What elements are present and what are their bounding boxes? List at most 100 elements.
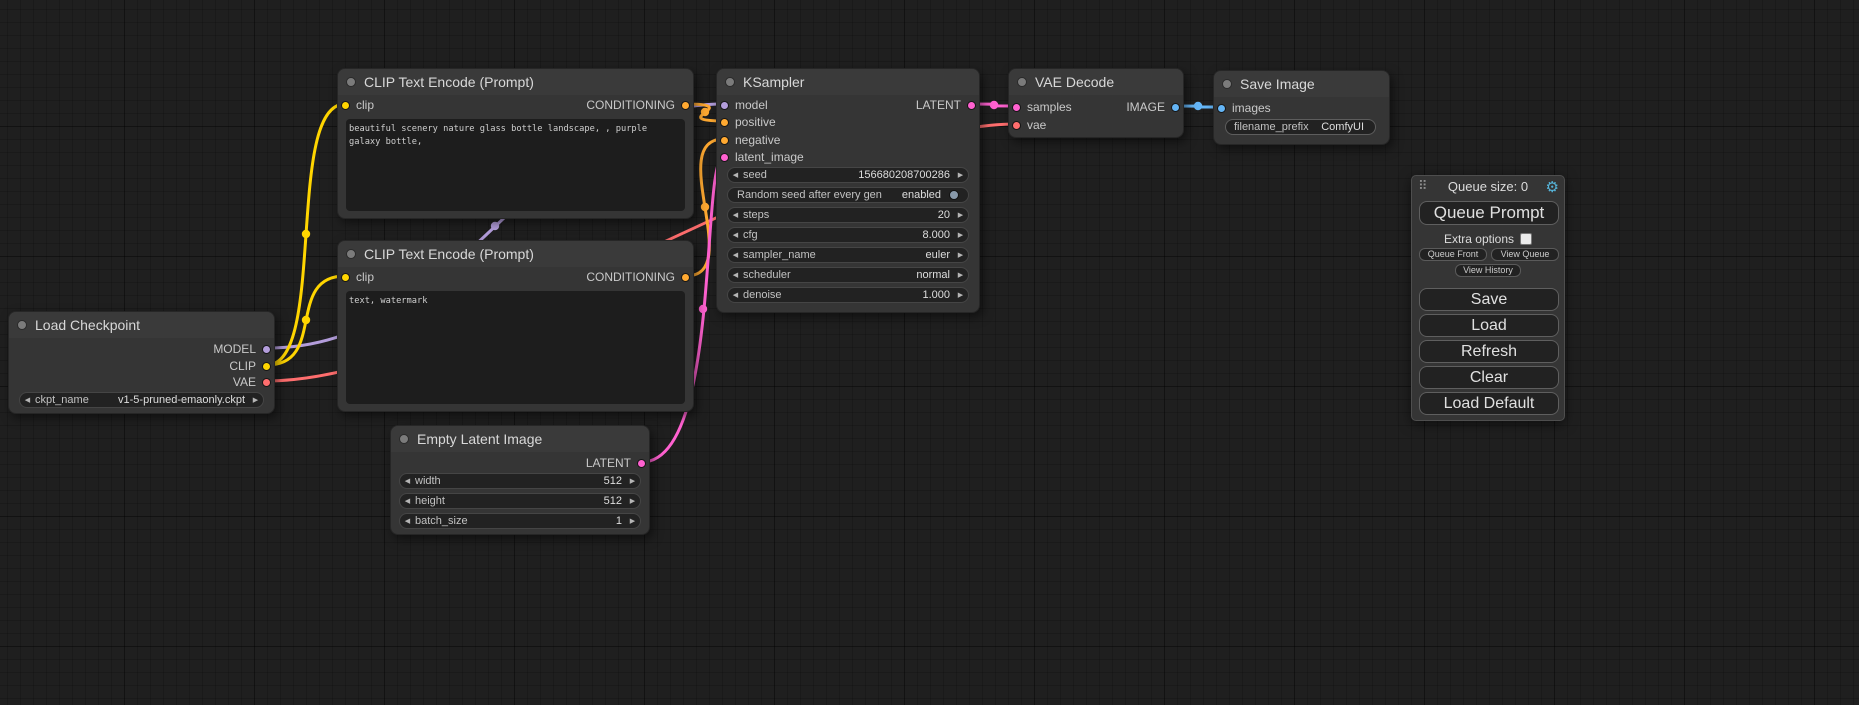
output-port-latent[interactable]: LATENT	[580, 455, 646, 471]
output-port-model[interactable]: MODEL	[207, 341, 271, 357]
collapse-dot[interactable]	[1017, 77, 1027, 87]
clip-port-dot[interactable]	[341, 101, 350, 110]
widget-steps[interactable]: ◀ steps 20 ▶	[727, 207, 969, 223]
collapse-dot[interactable]	[725, 77, 735, 87]
widget-filename-prefix[interactable]: filename_prefix ComfyUI	[1225, 119, 1376, 135]
widget-height[interactable]: ◀ height 512 ▶	[399, 493, 641, 509]
prompt-textarea[interactable]: text, watermark	[346, 291, 685, 404]
increment-arrow-icon[interactable]: ▶	[953, 171, 968, 179]
model-port-dot[interactable]	[262, 345, 271, 354]
increment-arrow-icon[interactable]: ▶	[953, 291, 968, 299]
node-clip-text-encode-negative[interactable]: CLIP Text Encode (Prompt) clip CONDITION…	[337, 240, 694, 412]
input-port-vae[interactable]: vae	[1012, 117, 1052, 133]
decrement-arrow-icon[interactable]: ◀	[728, 171, 743, 179]
extra-options-checkbox[interactable]	[1520, 233, 1532, 245]
node-ksampler[interactable]: KSampler model positive negative latent_…	[716, 68, 980, 313]
input-port-samples[interactable]: samples	[1012, 99, 1078, 115]
widget-batch-size[interactable]: ◀ batch_size 1 ▶	[399, 513, 641, 529]
collapse-dot[interactable]	[346, 77, 356, 87]
decrement-arrow-icon[interactable]: ◀	[728, 291, 743, 299]
conditioning-port-dot[interactable]	[720, 118, 729, 127]
widget-ckpt-name[interactable]: ◀ ckpt_name v1-5-pruned-emaonly.ckpt ▶	[19, 392, 264, 408]
increment-arrow-icon[interactable]: ▶	[248, 396, 263, 404]
view-history-button[interactable]: View History	[1455, 264, 1521, 277]
input-port-images[interactable]: images	[1217, 100, 1277, 116]
save-button[interactable]: Save	[1419, 288, 1559, 311]
widget-width[interactable]: ◀ width 512 ▶	[399, 473, 641, 489]
node-save-image[interactable]: Save Image images filename_prefix ComfyU…	[1213, 70, 1390, 145]
output-port-clip[interactable]: CLIP	[223, 358, 271, 374]
conditioning-port-dot[interactable]	[720, 136, 729, 145]
collapse-dot[interactable]	[17, 320, 27, 330]
load-default-button[interactable]: Load Default	[1419, 392, 1559, 415]
node-empty-latent-image[interactable]: Empty Latent Image LATENT ◀ width 512 ▶ …	[390, 425, 650, 535]
conditioning-port-dot[interactable]	[681, 101, 690, 110]
widget-scheduler[interactable]: ◀ scheduler normal ▶	[727, 267, 969, 283]
vae-port-dot[interactable]	[1012, 121, 1021, 130]
input-port-positive[interactable]: positive	[720, 114, 782, 130]
node-load-checkpoint[interactable]: Load Checkpoint MODEL CLIP VAE ◀ ckpt_na…	[8, 311, 275, 414]
toggle-knob[interactable]	[949, 190, 959, 200]
output-port-vae[interactable]: VAE	[227, 374, 271, 390]
input-port-clip[interactable]: clip	[341, 97, 380, 113]
increment-arrow-icon[interactable]: ▶	[953, 231, 968, 239]
image-port-dot[interactable]	[1171, 103, 1180, 112]
widget-seed[interactable]: ◀ seed 156680208700286 ▶	[727, 167, 969, 183]
input-port-latent-image[interactable]: latent_image	[720, 149, 810, 165]
clip-port-dot[interactable]	[341, 273, 350, 282]
decrement-arrow-icon[interactable]: ◀	[400, 497, 415, 505]
increment-arrow-icon[interactable]: ▶	[953, 251, 968, 259]
output-port-conditioning[interactable]: CONDITIONING	[580, 97, 690, 113]
drag-handle-icon[interactable]: ⠿	[1418, 179, 1428, 194]
output-port-latent[interactable]: LATENT	[910, 97, 976, 113]
refresh-button[interactable]: Refresh	[1419, 340, 1559, 363]
increment-arrow-icon[interactable]: ▶	[625, 477, 640, 485]
increment-arrow-icon[interactable]: ▶	[953, 271, 968, 279]
input-port-negative[interactable]: negative	[720, 132, 786, 148]
decrement-arrow-icon[interactable]: ◀	[728, 211, 743, 219]
decrement-arrow-icon[interactable]: ◀	[400, 477, 415, 485]
clear-button[interactable]: Clear	[1419, 366, 1559, 389]
input-port-model[interactable]: model	[720, 97, 774, 113]
node-title-bar[interactable]: Load Checkpoint	[9, 312, 274, 338]
decrement-arrow-icon[interactable]: ◀	[400, 517, 415, 525]
load-button[interactable]: Load	[1419, 314, 1559, 337]
output-port-image[interactable]: IMAGE	[1120, 99, 1180, 115]
collapse-dot[interactable]	[346, 249, 356, 259]
latent-port-dot[interactable]	[1012, 103, 1021, 112]
collapse-dot[interactable]	[1222, 79, 1232, 89]
widget-random-seed-toggle[interactable]: Random seed after every gen enabled	[727, 187, 969, 203]
output-port-conditioning[interactable]: CONDITIONING	[580, 269, 690, 285]
input-port-clip[interactable]: clip	[341, 269, 380, 285]
view-queue-button[interactable]: View Queue	[1491, 248, 1559, 261]
node-vae-decode[interactable]: VAE Decode samples vae IMAGE	[1008, 68, 1184, 138]
latent-port-dot[interactable]	[720, 153, 729, 162]
decrement-arrow-icon[interactable]: ◀	[20, 396, 35, 404]
settings-gear-icon[interactable]: ⚙	[1546, 178, 1559, 196]
node-title-bar[interactable]: VAE Decode	[1009, 69, 1183, 95]
node-title-bar[interactable]: CLIP Text Encode (Prompt)	[338, 241, 693, 267]
decrement-arrow-icon[interactable]: ◀	[728, 231, 743, 239]
decrement-arrow-icon[interactable]: ◀	[728, 251, 743, 259]
queue-prompt-button[interactable]: Queue Prompt	[1419, 201, 1559, 225]
widget-denoise[interactable]: ◀ denoise 1.000 ▶	[727, 287, 969, 303]
prompt-textarea[interactable]: beautiful scenery nature glass bottle la…	[346, 119, 685, 211]
widget-sampler-name[interactable]: ◀ sampler_name euler ▶	[727, 247, 969, 263]
increment-arrow-icon[interactable]: ▶	[953, 211, 968, 219]
increment-arrow-icon[interactable]: ▶	[625, 497, 640, 505]
node-title-bar[interactable]: Empty Latent Image	[391, 426, 649, 452]
collapse-dot[interactable]	[399, 434, 409, 444]
clip-port-dot[interactable]	[262, 362, 271, 371]
node-title-bar[interactable]: Save Image	[1214, 71, 1389, 97]
queue-front-button[interactable]: Queue Front	[1419, 248, 1487, 261]
latent-port-dot[interactable]	[637, 459, 646, 468]
menu-header[interactable]: ⠿ Queue size: 0 ⚙	[1412, 176, 1564, 198]
node-title-bar[interactable]: CLIP Text Encode (Prompt)	[338, 69, 693, 95]
vae-port-dot[interactable]	[262, 378, 271, 387]
decrement-arrow-icon[interactable]: ◀	[728, 271, 743, 279]
model-port-dot[interactable]	[720, 101, 729, 110]
increment-arrow-icon[interactable]: ▶	[625, 517, 640, 525]
node-clip-text-encode-positive[interactable]: CLIP Text Encode (Prompt) clip CONDITION…	[337, 68, 694, 219]
latent-port-dot[interactable]	[967, 101, 976, 110]
image-port-dot[interactable]	[1217, 104, 1226, 113]
